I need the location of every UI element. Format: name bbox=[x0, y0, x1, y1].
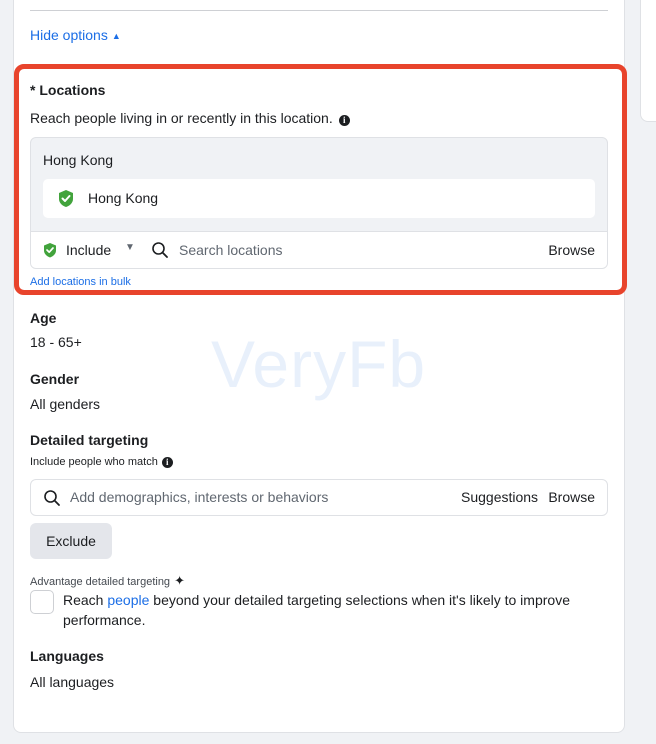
suggestions-button[interactable]: Suggestions bbox=[461, 489, 538, 505]
advantage-label-row: Advantage detailed targeting ✦ bbox=[30, 573, 185, 589]
caret-up-icon: ▲ bbox=[111, 31, 121, 41]
exclude-button[interactable]: Exclude bbox=[30, 523, 112, 559]
sparkle-icon: ✦ bbox=[174, 573, 185, 588]
detailed-targeting-sublabel: Include people who match bbox=[30, 456, 158, 468]
location-browse-button[interactable]: Browse bbox=[548, 242, 595, 258]
location-group-label: Hong Kong bbox=[43, 152, 114, 168]
languages-label: Languages bbox=[30, 648, 104, 664]
locations-panel: Hong Kong Hong Kong Include ▼ Browse bbox=[30, 137, 608, 269]
detailed-targeting-search: Suggestions Browse bbox=[30, 479, 608, 516]
detailed-targeting-input[interactable] bbox=[70, 487, 450, 507]
location-shield-icon bbox=[59, 190, 73, 207]
include-shield-icon bbox=[44, 243, 56, 258]
gender-value[interactable]: All genders bbox=[30, 396, 100, 412]
age-label: Age bbox=[30, 310, 57, 326]
detailed-browse-button[interactable]: Browse bbox=[548, 489, 595, 505]
selected-location-chip[interactable]: Hong Kong bbox=[43, 179, 595, 218]
divider bbox=[30, 10, 608, 11]
detailed-targeting-sublabel-row: Include people who match i bbox=[30, 456, 173, 468]
people-link[interactable]: people bbox=[107, 592, 149, 608]
advantage-text-before: Reach bbox=[63, 592, 108, 608]
info-icon[interactable]: i bbox=[161, 457, 173, 468]
search-icon bbox=[44, 490, 60, 506]
selected-location-name: Hong Kong bbox=[88, 190, 159, 206]
location-search-input[interactable] bbox=[179, 240, 509, 260]
locations-title: * Locations bbox=[30, 82, 106, 98]
languages-value[interactable]: All languages bbox=[30, 674, 114, 690]
chevron-down-icon[interactable]: ▼ bbox=[125, 242, 135, 253]
side-panel-card bbox=[640, 0, 656, 122]
advantage-checkbox[interactable] bbox=[30, 590, 54, 614]
advantage-label: Advantage detailed targeting bbox=[30, 576, 171, 588]
include-dropdown[interactable]: Include bbox=[66, 242, 111, 258]
detailed-targeting-label: Detailed targeting bbox=[30, 432, 149, 448]
add-locations-bulk-link[interactable]: Add locations in bulk bbox=[30, 276, 131, 288]
hide-options-label: Hide options bbox=[30, 27, 108, 43]
locations-description: Reach people living in or recently in th… bbox=[30, 110, 333, 126]
gender-label: Gender bbox=[30, 371, 80, 387]
locations-description-row: Reach people living in or recently in th… bbox=[30, 110, 350, 126]
search-icon bbox=[152, 242, 168, 258]
info-icon[interactable]: i bbox=[338, 115, 350, 126]
advantage-description: Reach people beyond your detailed target… bbox=[63, 590, 603, 630]
location-search-bar: Include ▼ Browse bbox=[31, 231, 607, 268]
hide-options-link[interactable]: Hide options ▲ bbox=[30, 27, 121, 43]
age-value[interactable]: 18 - 65+ bbox=[30, 334, 82, 350]
